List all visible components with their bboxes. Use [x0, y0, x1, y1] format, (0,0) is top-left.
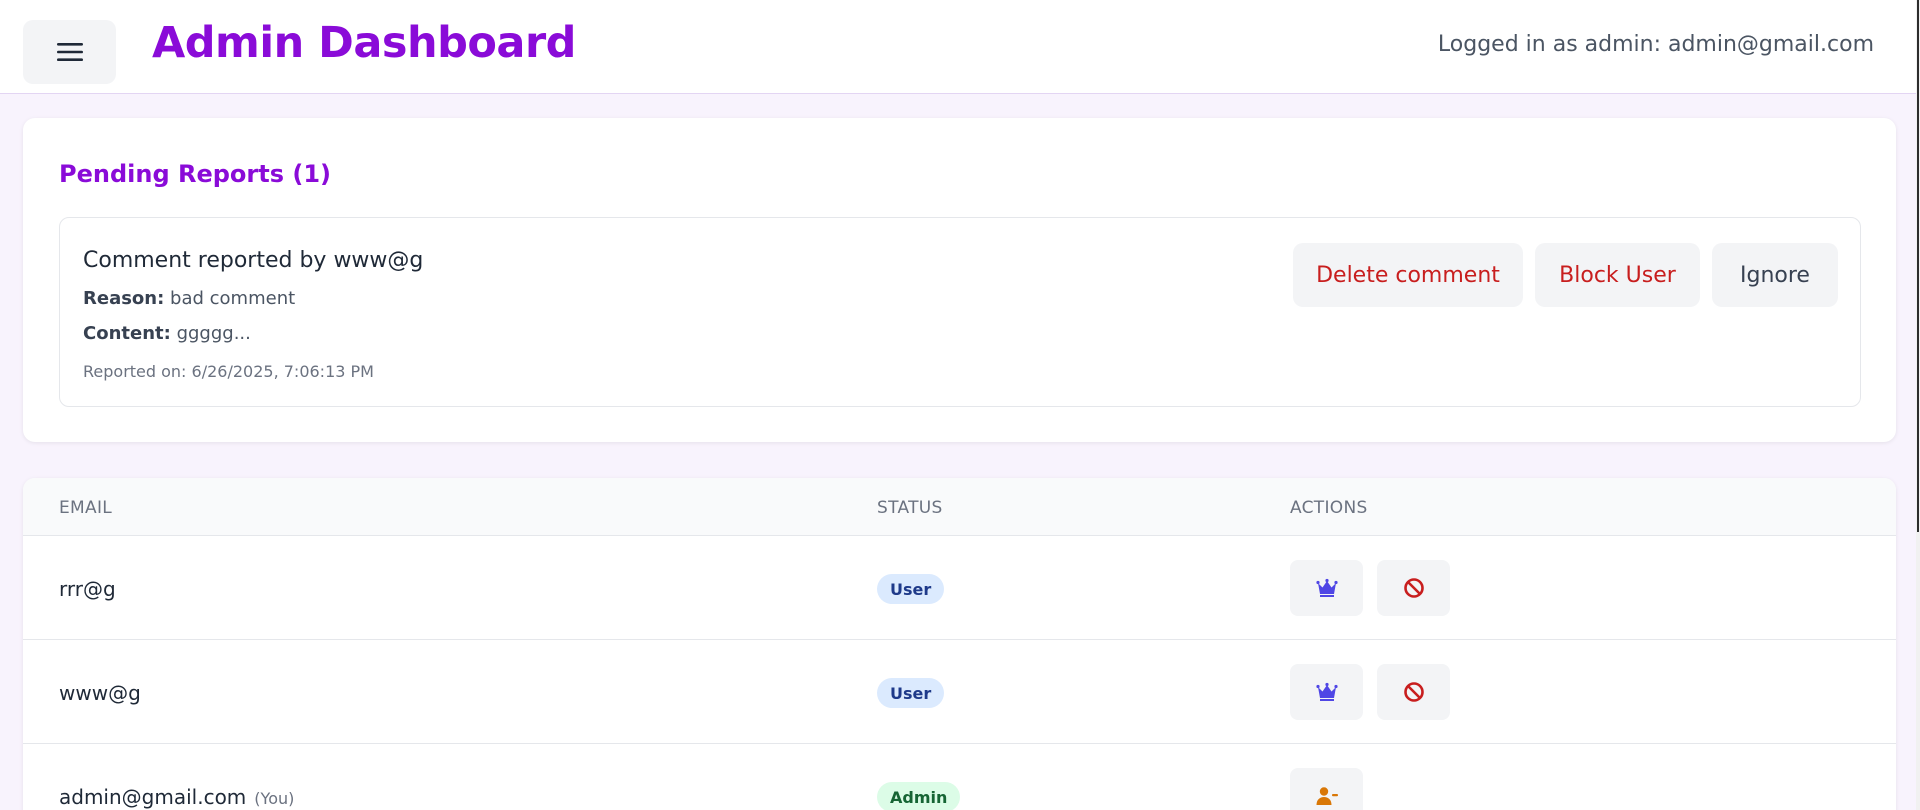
table-row: admin@gmail.com (You) Admin	[23, 744, 1896, 810]
reason-label: Reason:	[83, 288, 165, 309]
block-user-button[interactable]: Block User	[1535, 243, 1700, 307]
logged-in-info: Logged in as admin: admin@gmail.com	[1437, 32, 1874, 57]
report-reason: Reason: bad comment	[83, 288, 295, 309]
make-admin-button[interactable]	[1290, 560, 1363, 616]
column-header-status: STATUS	[877, 498, 943, 518]
content-label: Content:	[83, 323, 171, 344]
hamburger-menu-icon	[56, 43, 83, 61]
users-table: EMAIL STATUS ACTIONS rrr@g User www@g Us…	[23, 478, 1896, 810]
user-minus-icon	[1316, 787, 1338, 805]
scrollbar-thumb[interactable]	[1917, 0, 1919, 532]
top-header: Admin Dashboard Logged in as admin: admi…	[0, 0, 1916, 94]
column-header-actions: ACTIONS	[1290, 498, 1368, 518]
pending-reports-title: Pending Reports (1)	[59, 160, 331, 188]
delete-comment-button[interactable]: Delete comment	[1293, 243, 1523, 307]
crown-icon	[1315, 578, 1338, 597]
make-admin-button[interactable]	[1290, 664, 1363, 720]
report-heading: Comment reported by www@g	[83, 248, 424, 273]
ban-icon	[1403, 578, 1424, 598]
table-row: rrr@g User	[23, 536, 1896, 640]
user-email: rrr@g	[59, 577, 116, 601]
column-header-email: EMAIL	[59, 498, 113, 518]
ignore-report-button[interactable]: Ignore	[1712, 243, 1838, 307]
reason-value: bad comment	[170, 288, 296, 309]
report-date: Reported on: 6/26/2025, 7:06:13 PM	[83, 362, 374, 381]
ban-user-button[interactable]	[1377, 664, 1450, 720]
menu-button[interactable]	[23, 20, 116, 84]
ban-icon	[1403, 682, 1424, 702]
status-badge: Admin	[877, 782, 961, 810]
user-email: www@g	[59, 681, 141, 705]
ban-user-button[interactable]	[1377, 560, 1450, 616]
you-tag: (You)	[254, 789, 295, 808]
remove-admin-button[interactable]	[1290, 768, 1363, 810]
page-title: Admin Dashboard	[152, 18, 576, 68]
crown-icon	[1315, 682, 1338, 701]
user-email-cell: admin@gmail.com (You)	[59, 785, 294, 809]
status-badge: User	[877, 574, 945, 604]
report-content: Content: ggggg...	[83, 323, 251, 344]
table-header: EMAIL STATUS ACTIONS	[23, 478, 1896, 536]
status-badge: User	[877, 678, 945, 708]
table-row: www@g User	[23, 640, 1896, 744]
report-item: Comment reported by www@g Reason: bad co…	[59, 217, 1861, 407]
content-value: ggggg...	[176, 323, 251, 344]
user-email: admin@gmail.com	[59, 785, 247, 809]
pending-reports-card: Pending Reports (1) Comment reported by …	[23, 118, 1896, 442]
